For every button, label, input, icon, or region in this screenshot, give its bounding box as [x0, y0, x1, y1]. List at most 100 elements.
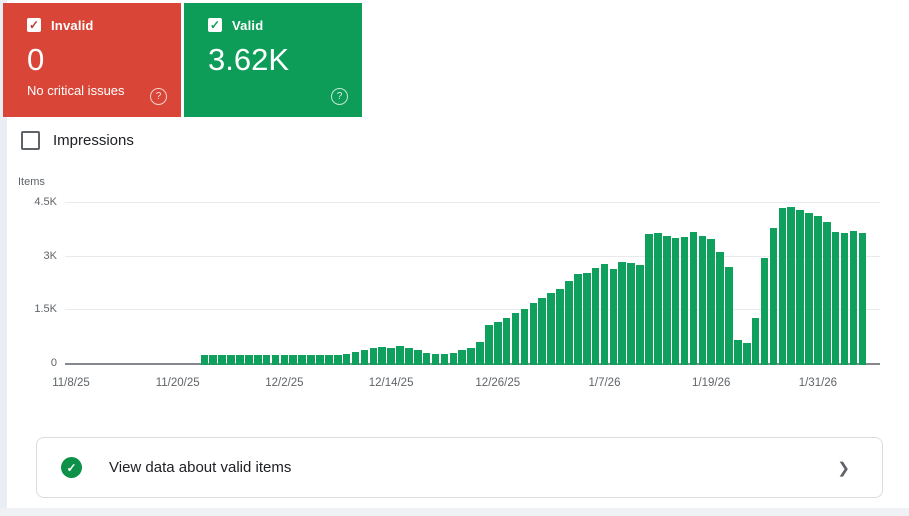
bar-valid-items[interactable] [699, 236, 707, 365]
bar-valid-items[interactable] [814, 216, 822, 365]
bar-valid-items[interactable] [218, 355, 226, 365]
bar-valid-items[interactable] [298, 355, 306, 365]
invalid-count: 0 [27, 43, 165, 77]
y-tick-label: 3K [0, 250, 57, 262]
bar-valid-items[interactable] [201, 355, 209, 365]
bar-valid-items[interactable] [547, 293, 555, 365]
bar-valid-items[interactable] [263, 355, 271, 365]
bar-valid-items[interactable] [307, 355, 315, 365]
bar-valid-items[interactable] [779, 208, 787, 365]
bar-valid-items[interactable] [645, 234, 653, 365]
bar-valid-items[interactable] [743, 343, 751, 365]
bar-valid-items[interactable] [601, 264, 609, 365]
bar-valid-items[interactable] [236, 355, 244, 365]
bar-valid-items[interactable] [725, 267, 733, 365]
bar-valid-items[interactable] [343, 354, 351, 365]
bar-valid-items[interactable] [681, 237, 689, 365]
bar-valid-items[interactable] [325, 355, 333, 365]
checkmark-icon: ✓ [66, 461, 76, 475]
bar-valid-items[interactable] [281, 355, 289, 365]
bar-valid-items[interactable] [272, 355, 280, 365]
bar-valid-items[interactable] [823, 222, 831, 365]
bar-valid-items[interactable] [432, 354, 440, 365]
bar-valid-items[interactable] [450, 353, 458, 365]
bar-valid-items[interactable] [618, 262, 626, 365]
bar-valid-items[interactable] [530, 303, 538, 365]
bar-valid-items[interactable] [654, 233, 662, 365]
bar-valid-items[interactable] [574, 274, 582, 365]
bar-valid-items[interactable] [761, 258, 769, 365]
chart[interactable]: Items4.5K3K1.5K011/8/2511/20/2512/2/2512… [0, 175, 909, 405]
y-tick-label: 0 [0, 357, 57, 369]
bar-valid-items[interactable] [209, 355, 217, 365]
help-icon[interactable]: ? [331, 88, 348, 105]
valid-count: 3.62K [208, 43, 346, 77]
bar-valid-items[interactable] [805, 213, 813, 365]
valid-checkbox[interactable]: ✓ [208, 18, 222, 32]
valid-items-banner[interactable]: ✓ View data about valid items ❯ [36, 437, 883, 498]
bar-valid-items[interactable] [414, 350, 422, 365]
bar-valid-items[interactable] [636, 265, 644, 365]
bar-valid-items[interactable] [378, 347, 386, 365]
bar-valid-items[interactable] [467, 348, 475, 365]
bar-valid-items[interactable] [245, 355, 253, 365]
bar-valid-items[interactable] [370, 348, 378, 365]
bar-valid-items[interactable] [503, 318, 511, 365]
bar-valid-items[interactable] [770, 228, 778, 365]
bar-valid-items[interactable] [521, 309, 529, 365]
x-tick-label: 12/26/25 [463, 377, 533, 389]
bar-valid-items[interactable] [734, 340, 742, 365]
bar-valid-items[interactable] [458, 350, 466, 365]
bar-valid-items[interactable] [627, 263, 635, 365]
invalid-card-subtitle: No critical issues [27, 83, 165, 98]
bar-valid-items[interactable] [512, 313, 520, 365]
bar-valid-items[interactable] [352, 352, 360, 365]
bar-valid-items[interactable] [396, 346, 404, 365]
bar-valid-items[interactable] [859, 233, 867, 365]
chevron-right-icon[interactable]: ❯ [837, 459, 850, 477]
bar-valid-items[interactable] [672, 238, 680, 365]
bar-valid-items[interactable] [334, 355, 342, 365]
bar-valid-items[interactable] [538, 298, 546, 365]
help-icon[interactable]: ? [150, 88, 167, 105]
bar-valid-items[interactable] [476, 342, 484, 365]
invalid-checkbox[interactable]: ✓ [27, 18, 41, 32]
y-tick-label: 1.5K [0, 303, 57, 315]
bar-valid-items[interactable] [610, 269, 618, 365]
bar-valid-items[interactable] [787, 207, 795, 365]
valid-card[interactable]: ✓ Valid 3.62K ? [184, 3, 362, 117]
bar-valid-items[interactable] [405, 348, 413, 365]
impressions-toggle[interactable]: Impressions [21, 131, 134, 150]
bar-valid-items[interactable] [423, 353, 431, 365]
bar-valid-items[interactable] [289, 355, 297, 365]
x-tick-label: 1/19/26 [676, 377, 746, 389]
bar-valid-items[interactable] [565, 281, 573, 365]
bar-valid-items[interactable] [485, 325, 493, 365]
bar-valid-items[interactable] [663, 236, 671, 365]
bar-valid-items[interactable] [841, 233, 849, 365]
bar-valid-items[interactable] [690, 232, 698, 365]
invalid-card[interactable]: ✓ Invalid 0 No critical issues ? [3, 3, 181, 117]
bar-valid-items[interactable] [361, 350, 369, 365]
bar-valid-items[interactable] [832, 232, 840, 365]
page-edge-strip-bottom [0, 508, 909, 516]
impressions-checkbox[interactable] [21, 131, 40, 150]
bar-valid-items[interactable] [850, 231, 858, 365]
bar-valid-items[interactable] [494, 322, 502, 365]
y-tick-label: 4.5K [0, 196, 57, 208]
checkmark-icon: ✓ [210, 19, 220, 31]
bar-valid-items[interactable] [583, 273, 591, 365]
bar-valid-items[interactable] [227, 355, 235, 365]
bar-valid-items[interactable] [556, 289, 564, 365]
invalid-card-header: ✓ Invalid [27, 17, 165, 33]
bar-valid-items[interactable] [316, 355, 324, 365]
bar-valid-items[interactable] [752, 318, 760, 365]
x-tick-label: 1/31/26 [783, 377, 853, 389]
bar-valid-items[interactable] [592, 268, 600, 365]
bar-valid-items[interactable] [796, 210, 804, 365]
bar-valid-items[interactable] [707, 239, 715, 365]
bar-valid-items[interactable] [441, 354, 449, 365]
bar-valid-items[interactable] [716, 252, 724, 365]
bar-valid-items[interactable] [387, 348, 395, 365]
bar-valid-items[interactable] [254, 355, 262, 365]
